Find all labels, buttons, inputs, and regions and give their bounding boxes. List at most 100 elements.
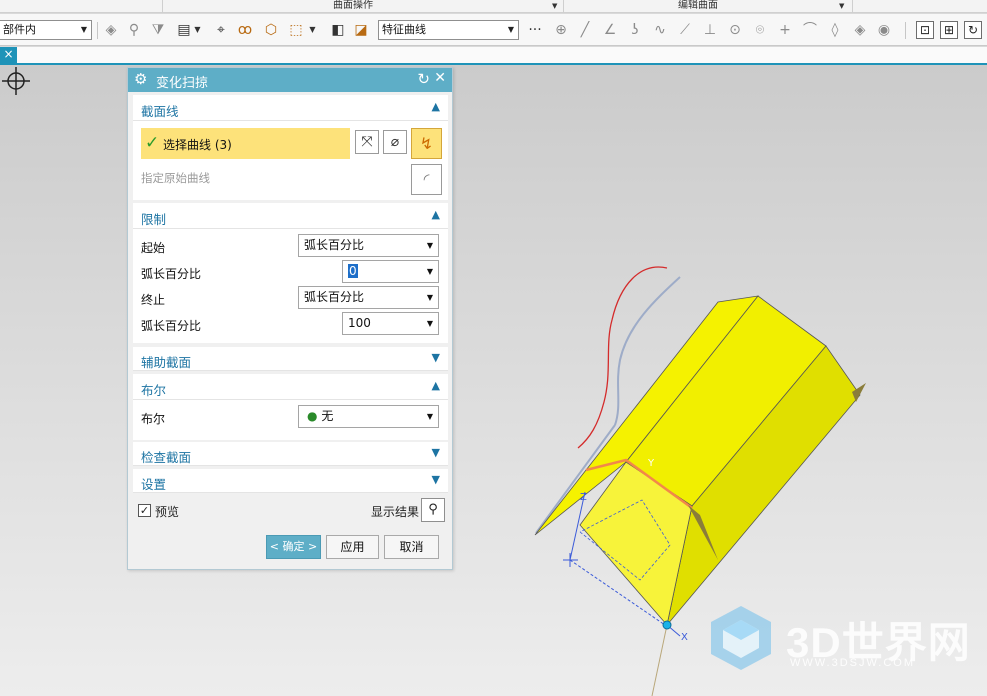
line-icon[interactable]: ╱ — [576, 21, 594, 39]
curve-icon[interactable]: ⌒ — [801, 21, 819, 39]
target-icon[interactable]: ⌾ — [751, 21, 769, 39]
selection-filter-dropdown[interactable]: 部件内 ▼ — [0, 20, 92, 40]
connected-curves-icon[interactable]: ꝏ — [236, 21, 254, 39]
spline-icon[interactable]: ∿ — [651, 21, 669, 39]
ribbon-group-surface-ops-label: 曲面操作 — [333, 0, 373, 11]
apply-button[interactable]: 应用 — [326, 535, 379, 559]
boolean-section-label: 布尔 — [141, 383, 167, 398]
group-separator — [162, 0, 163, 13]
ribbon-group-surface-ops[interactable]: 曲面操作 — [333, 0, 373, 13]
start-label: 起始 — [141, 241, 166, 255]
chevron-down-icon[interactable]: ▼ — [835, 0, 844, 13]
limits-header[interactable]: 限制 ▲ — [133, 203, 448, 229]
select-curve-label: 选择曲线 (3) — [163, 138, 232, 152]
boolean-value: 无 — [321, 409, 334, 423]
circle-center-icon[interactable]: ⊙ — [726, 21, 744, 39]
boolean-dropdown[interactable]: ● 无 ▼ — [298, 405, 439, 428]
cancel-button[interactable]: 取消 — [384, 535, 439, 559]
select-body-icon[interactable]: ◈ — [102, 21, 120, 39]
plus-icon[interactable]: + — [776, 21, 794, 39]
boolean-panel: 布尔 ▲ 布尔 ● 无 ▼ — [133, 374, 448, 440]
show-result-button[interactable]: ⚲ — [421, 498, 445, 522]
snap-point-icon[interactable]: ⌖ — [212, 21, 230, 39]
ok-button[interactable]: < 确定 > — [266, 535, 321, 559]
chevron-down-icon[interactable]: ▼ — [308, 21, 317, 39]
start-type-value: 弧长百分比 — [304, 238, 365, 252]
select-curve-row[interactable]: ✓ 选择曲线 (3) — [141, 128, 350, 159]
dialog-title-bar[interactable]: ⚙ 变化扫掠 ↻ ✕ — [128, 68, 452, 92]
ribbon-group-strip: 曲面操作 ▼ 编辑曲面 ▼ — [0, 0, 987, 13]
check-section-label: 检查截面 — [141, 450, 192, 465]
boolean-header[interactable]: 布尔 ▲ — [133, 374, 448, 400]
curve-select-icon[interactable]: ↯ — [411, 128, 442, 159]
chevron-down-icon[interactable]: ▼ — [548, 0, 557, 13]
preview-checkbox[interactable]: ✓ — [138, 504, 151, 517]
select-list-icon[interactable]: ▤ — [175, 21, 193, 39]
polyline-icon[interactable]: ⟋ — [676, 21, 694, 39]
crosshair-icon[interactable]: ⊕ — [552, 21, 570, 39]
curve-rule-dropdown[interactable]: 特征曲线 ▼ — [378, 20, 519, 40]
axis-label-y: Y — [647, 458, 655, 469]
gear-icon[interactable]: ⚙ — [134, 70, 147, 88]
cube-icon[interactable]: ◧ — [329, 21, 347, 39]
close-icon[interactable]: ✕ — [434, 70, 446, 86]
file-tab-strip: × — [0, 47, 987, 65]
magnifier-icon: ⚲ — [428, 502, 438, 517]
face-edit-icon[interactable]: ◊ — [826, 21, 844, 39]
settings-panel: 设置 ▼ — [133, 469, 448, 493]
ribbon-group-edit-surface-label: 编辑曲面 — [678, 0, 718, 11]
chevron-down-icon[interactable]: ▼ — [432, 473, 440, 486]
end-percent-input[interactable]: 100 ▼ — [342, 312, 439, 335]
chevron-down-icon[interactable]: ▼ — [432, 351, 440, 364]
path-line — [651, 624, 668, 696]
start-percent-input[interactable]: 0 ▼ — [342, 260, 439, 283]
toolbar-separator — [905, 22, 906, 39]
more-options-button[interactable]: ··· — [526, 21, 544, 39]
group-separator — [563, 0, 564, 13]
end-label: 终止 — [141, 293, 166, 307]
settings-header[interactable]: 设置 ▼ — [133, 469, 448, 493]
hook-curve-icon[interactable]: ʖ — [626, 21, 644, 39]
check-section-header[interactable]: 检查截面 ▼ — [133, 442, 448, 466]
boolean-label: 布尔 — [141, 412, 166, 426]
intersection-icon[interactable]: ⊥ — [701, 21, 719, 39]
chevron-up-icon[interactable]: ▲ — [432, 379, 440, 392]
toolbar-separator — [97, 22, 98, 39]
filter-icon[interactable]: ⧩ — [149, 21, 167, 39]
limits-panel: 限制 ▲ 起始 弧长百分比 ▼ 弧长百分比 0 ▼ 终止 弧长百分比 ▼ 弧长百… — [133, 203, 448, 343]
apply-button-label: 应用 — [340, 540, 365, 554]
reset-icon[interactable]: ↻ — [417, 70, 430, 88]
close-tab-button[interactable]: × — [0, 47, 17, 63]
angle-icon[interactable]: ∠ — [601, 21, 619, 39]
cube-shaded-icon[interactable]: ◪ — [352, 21, 370, 39]
end-type-dropdown[interactable]: 弧长百分比 ▼ — [298, 286, 439, 309]
face-settings-icon[interactable]: ◈ — [851, 21, 869, 39]
original-curve-button[interactable]: ◜ — [411, 164, 442, 195]
box-add-icon[interactable]: ⬚ — [287, 21, 305, 39]
crosshair-cursor-icon — [2, 67, 30, 95]
fit-view-icon[interactable]: ⊞ — [940, 21, 958, 39]
zoom-window-icon[interactable]: ⊡ — [916, 21, 934, 39]
aux-section-panel: 辅助截面 ▼ — [133, 347, 448, 371]
reverse-direction-button[interactable]: ⤧ — [355, 130, 379, 154]
settings-label: 设置 — [141, 477, 167, 492]
solid-box-icon[interactable]: ⬡ — [262, 21, 280, 39]
watermark-url: WWW.3DSJW.COM — [790, 657, 915, 669]
ribbon-group-edit-surface[interactable]: 编辑曲面 — [678, 0, 718, 13]
chevron-down-icon[interactable]: ▼ — [432, 446, 440, 459]
aux-section-header[interactable]: 辅助截面 ▼ — [133, 347, 448, 371]
eye-icon[interactable]: ◉ — [875, 21, 893, 39]
select-face-icon[interactable]: ⚲ — [125, 21, 143, 39]
start-type-dropdown[interactable]: 弧长百分比 ▼ — [298, 234, 439, 257]
section-curve-header[interactable]: 截面线 ▲ — [133, 95, 448, 121]
chevron-down-icon: ▼ — [426, 319, 433, 328]
section-curve-label: 截面线 — [141, 104, 179, 119]
boolean-none-icon: ● — [307, 409, 318, 423]
specify-origin-button[interactable]: ⌀ — [383, 130, 407, 154]
chevron-up-icon[interactable]: ▲ — [432, 208, 440, 221]
chevron-down-icon[interactable]: ▼ — [193, 21, 202, 39]
refresh-view-icon[interactable]: ↻ — [964, 21, 982, 39]
chevron-down-icon: ▼ — [426, 267, 433, 276]
show-result-label: 显示结果 — [371, 505, 420, 519]
chevron-up-icon[interactable]: ▲ — [432, 100, 440, 113]
